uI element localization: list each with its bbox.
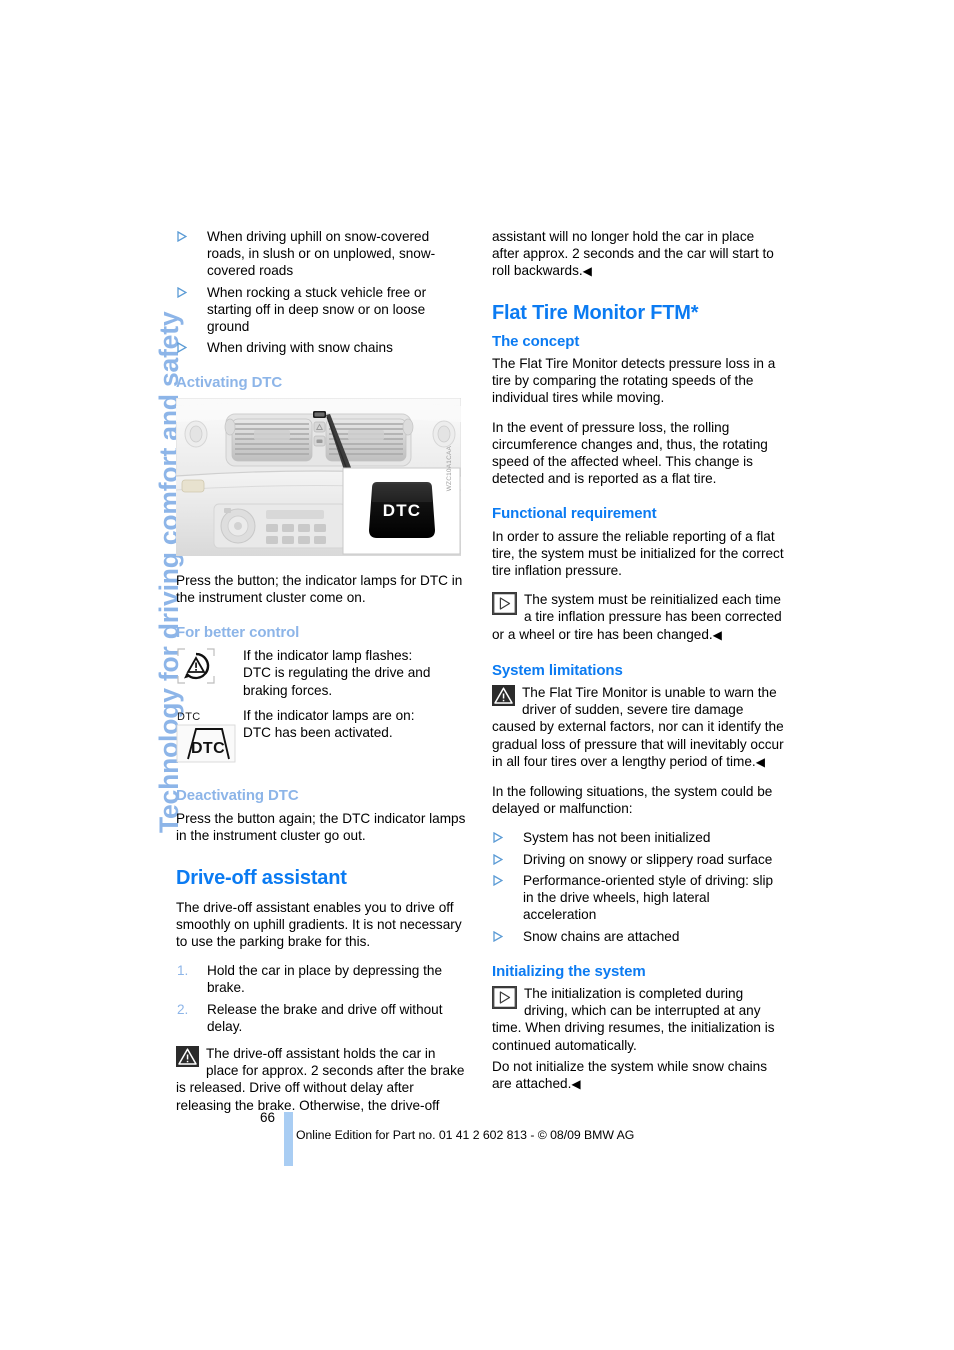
svg-text:DTC: DTC [191, 740, 225, 757]
list-item: When rocking a stuck vehicle free or sta… [176, 284, 468, 336]
list-item-label: When rocking a stuck vehicle free or sta… [207, 284, 427, 335]
concept-paragraph-1: The Flat Tire Monitor detects pressure l… [492, 356, 776, 406]
list-item: 1. Hold the car in place by depressing t… [176, 962, 468, 996]
warning-triangle-icon [492, 685, 515, 707]
heading-deactivating-dtc: Deactivating DTC [176, 786, 299, 804]
triangle-bullet-icon [177, 342, 187, 354]
initializing-info-note: The initialization is completed during d… [492, 985, 784, 1054]
list-item-label: When driving with snow chains [207, 340, 393, 356]
functional-note-text: The system must be reinitialized each ti… [492, 592, 782, 641]
photo-canvas: DTC [176, 397, 461, 556]
list-item-label: System has not been initialized [523, 830, 711, 846]
heading-initializing-the-system: Initializing the system [492, 962, 646, 980]
list-item: When driving uphill on snow-covered road… [176, 228, 468, 280]
lamp-line-1: If the indicator lamp flashes: [243, 648, 413, 664]
warning-text: The drive-off assistant holds the car in… [176, 1046, 465, 1113]
svg-text:DTC: DTC [177, 711, 201, 723]
info-play-icon [492, 592, 517, 616]
drive-off-intro-text: The drive-off assistant enables you to d… [176, 899, 462, 950]
dtc-on-lamp-icon: DTC DTC [176, 707, 238, 767]
footer-edition-text: Online Edition for Part no. 01 41 2 602 … [296, 1128, 635, 1142]
initializing-note-text: The initialization is completed during d… [492, 985, 775, 1053]
step-number: 1. [177, 963, 189, 979]
indicator-lamp-row-flashing: If the indicator lamp flashes: DTC is re… [176, 647, 468, 699]
list-item: Driving on snowy or slippery road surfac… [492, 851, 784, 868]
dashboard-illustration: DTC [176, 397, 461, 556]
triangle-bullet-icon [177, 231, 187, 242]
indicator-lamp-row-on: DTC DTC If the indicator lamps are on: D… [176, 707, 468, 763]
manual-page: Technology for driving comfort and safet… [0, 0, 954, 1350]
dtc-conditions-list: When driving uphill on snow-covered road… [176, 228, 468, 356]
initializing-text: Do not initialize the system while snow … [492, 1058, 768, 1091]
footer-accent-bar [284, 1112, 293, 1166]
end-mark: ◀ [755, 754, 765, 769]
list-item: 2. Release the brake and drive off witho… [176, 1001, 468, 1035]
page-number: 66 [260, 1110, 276, 1125]
triangle-bullet-icon [177, 286, 187, 298]
step-text: Release the brake and drive off without … [207, 1001, 443, 1034]
heading-the-concept: The concept [492, 332, 580, 350]
list-item: System has not been initialized [492, 829, 784, 846]
step-text: Hold the car in place by depressing the … [207, 963, 443, 996]
lamp-line-2: DTC is regulating the drive and braking … [243, 665, 431, 698]
heading-activating-dtc: Activating DTC [176, 374, 283, 392]
svg-text:DTC: DTC [383, 501, 422, 520]
photo-reference-code: WZC10A1CAA [445, 445, 453, 491]
list-item: Snow chains are attached [492, 928, 784, 945]
info-play-icon [492, 985, 517, 1009]
heading-drive-off-assistant: Drive-off assistant [176, 867, 347, 890]
list-item-label: When driving uphill on snow-covered road… [207, 229, 436, 279]
left-column: When driving uphill on snow-covered road… [176, 228, 468, 1126]
functional-info-note: The system must be reinitialized each ti… [492, 591, 784, 644]
list-item-label: Performance-oriented style of driving: s… [523, 872, 774, 923]
lamp-line-1: If the indicator lamps are on: [243, 707, 415, 723]
initializing-paragraph-2: Do not initialize the system while snow … [492, 1058, 784, 1093]
limitations-warning-note: The Flat Tire Monitor is unable to warn … [492, 684, 784, 771]
lamp-line-2: DTC has been activated. [243, 725, 393, 741]
triangle-bullet-icon [493, 853, 503, 865]
limitations-intro-text: In the following situations, the system … [492, 784, 773, 817]
list-item-label: Driving on snowy or slippery road surfac… [523, 851, 773, 867]
warning-triangle-icon [176, 1046, 199, 1068]
warning-text: The Flat Tire Monitor is unable to warn … [492, 685, 784, 769]
drive-off-steps-list: 1. Hold the car in place by depressing t… [176, 962, 468, 1035]
note-text: The system must be reinitialized each ti… [492, 592, 782, 642]
heading-system-limitations: System limitations [492, 661, 623, 679]
drive-off-warning-text: The drive-off assistant holds the car in… [176, 1046, 464, 1113]
triangle-bullet-icon [493, 930, 503, 942]
list-item: When driving with snow chains [176, 339, 468, 356]
end-mark: ◀ [582, 264, 592, 279]
indicator-lamp-flashing-text: If the indicator lamp flashes: DTC is re… [243, 647, 468, 699]
triangle-bullet-icon [493, 874, 503, 886]
concept-paragraph-2: In the event of pressure loss, the rolli… [492, 419, 768, 487]
list-item: Performance-oriented style of driving: s… [492, 872, 784, 924]
dtc-button-photo: DTC WZC10A1CAA [176, 397, 468, 558]
right-column: assistant will no longer hold the car in… [492, 228, 784, 1093]
functional-paragraph-1: In order to assure the reliable reportin… [492, 528, 784, 579]
triangle-bullet-icon [493, 832, 503, 844]
step-number: 2. [177, 1001, 189, 1017]
activating-dtc-text: Press the button; the indicator lamps fo… [176, 572, 463, 605]
heading-for-better-control: For better control [176, 624, 300, 642]
limitations-warning-text: The Flat Tire Monitor is unable to warn … [492, 685, 784, 769]
heading-flat-tire-monitor: Flat Tire Monitor FTM* [492, 301, 699, 324]
continued-warning-text: assistant will no longer hold the car in… [492, 228, 784, 281]
dtc-flashing-lamp-icon [176, 647, 216, 689]
limitations-list: System has not been initialized Driving … [492, 829, 784, 944]
list-item-label: Snow chains are attached [523, 928, 680, 944]
drive-off-warning-note: The drive-off assistant holds the car in… [176, 1045, 468, 1114]
indicator-lamp-on-text: If the indicator lamps are on: DTC has b… [243, 707, 468, 741]
chapter-tab: Technology for driving comfort and safet… [118, 225, 184, 835]
end-mark: ◀ [712, 627, 722, 642]
continued-text: assistant will no longer hold the car in… [492, 229, 774, 279]
deactivating-dtc-text: Press the button again; the DTC indicato… [176, 811, 466, 844]
end-mark: ◀ [571, 1076, 581, 1091]
heading-functional-requirement: Functional requirement [492, 505, 657, 523]
